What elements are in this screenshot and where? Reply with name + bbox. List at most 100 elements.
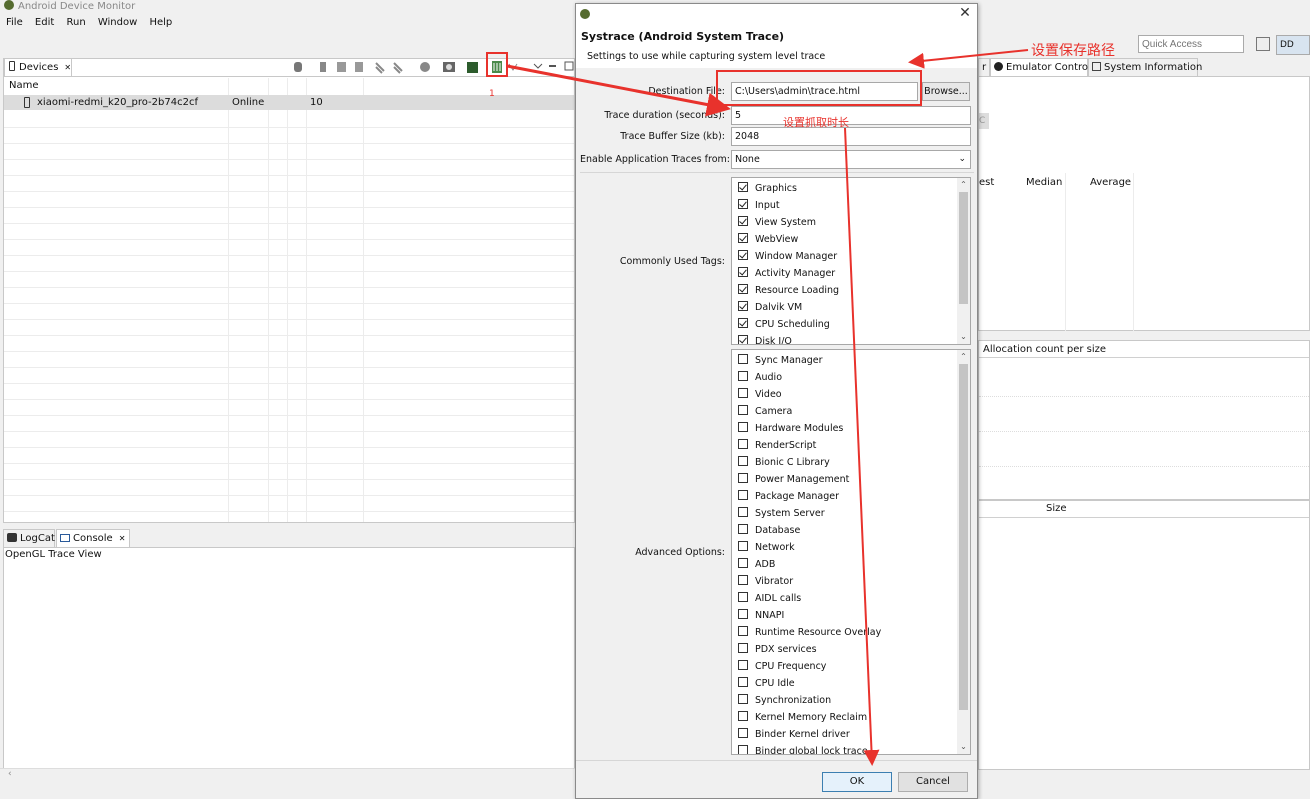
- checkbox-unchecked-icon[interactable]: [738, 626, 748, 636]
- view-menu-icon[interactable]: [533, 63, 543, 69]
- checkbox-unchecked-icon[interactable]: [738, 422, 748, 432]
- scroll-thumb[interactable]: [959, 192, 968, 304]
- tag-checkbox-item[interactable]: Network: [738, 539, 795, 556]
- menu-run[interactable]: Run: [66, 17, 85, 28]
- trace-buffer-input[interactable]: 2048: [731, 127, 971, 146]
- tag-checkbox-item[interactable]: Package Manager: [738, 488, 839, 505]
- dialog-close-icon[interactable]: ✕: [958, 6, 972, 20]
- checkbox-unchecked-icon[interactable]: [738, 439, 748, 449]
- checkbox-checked-icon[interactable]: [738, 182, 748, 192]
- tag-checkbox-item[interactable]: Graphics: [738, 180, 797, 197]
- checkbox-checked-icon[interactable]: [738, 267, 748, 277]
- tag-checkbox-item[interactable]: ADB: [738, 556, 775, 573]
- tag-checkbox-item[interactable]: CPU Scheduling: [738, 316, 830, 333]
- checkbox-unchecked-icon[interactable]: [738, 354, 748, 364]
- checkbox-checked-icon[interactable]: [738, 301, 748, 311]
- scroll-up-icon[interactable]: ⌃: [959, 180, 968, 190]
- checkbox-unchecked-icon[interactable]: [738, 405, 748, 415]
- scroll-down-icon[interactable]: ⌄: [959, 742, 968, 752]
- ok-button[interactable]: OK: [822, 772, 892, 792]
- scroll-up-icon[interactable]: ⌃: [959, 352, 968, 362]
- checkbox-checked-icon[interactable]: [738, 284, 748, 294]
- checkbox-checked-icon[interactable]: [738, 216, 748, 226]
- checkbox-unchecked-icon[interactable]: [738, 507, 748, 517]
- tag-checkbox-item[interactable]: Audio: [738, 369, 782, 386]
- checkbox-unchecked-icon[interactable]: [738, 660, 748, 670]
- checkbox-unchecked-icon[interactable]: [738, 541, 748, 551]
- tag-checkbox-item[interactable]: CPU Frequency: [738, 658, 826, 675]
- checkbox-unchecked-icon[interactable]: [738, 371, 748, 381]
- checkbox-unchecked-icon[interactable]: [738, 643, 748, 653]
- quick-access-input[interactable]: [1138, 35, 1244, 53]
- destination-file-input[interactable]: C:\Users\admin\trace.html: [731, 82, 918, 101]
- systrace-capture-icon[interactable]: [492, 61, 502, 73]
- menu-edit[interactable]: Edit: [35, 17, 54, 28]
- advanced-tags-scrollbar[interactable]: ⌃ ⌄: [957, 350, 970, 754]
- checkbox-unchecked-icon[interactable]: [738, 473, 748, 483]
- checkbox-unchecked-icon[interactable]: [738, 456, 748, 466]
- tag-checkbox-item[interactable]: Dalvik VM: [738, 299, 802, 316]
- tag-checkbox-item[interactable]: RenderScript: [738, 437, 816, 454]
- tag-checkbox-item[interactable]: Synchronization: [738, 692, 831, 709]
- tag-checkbox-item[interactable]: AIDL calls: [738, 590, 801, 607]
- dump-view-hierarchy-icon[interactable]: [467, 62, 478, 73]
- tab-emulator-control[interactable]: Emulator Control: [990, 58, 1091, 76]
- tag-checkbox-item[interactable]: PDX services: [738, 641, 817, 658]
- tag-checkbox-item[interactable]: Activity Manager: [738, 265, 835, 282]
- tag-checkbox-item[interactable]: Camera: [738, 403, 792, 420]
- checkbox-unchecked-icon[interactable]: [738, 745, 748, 754]
- tag-checkbox-item[interactable]: Binder Kernel driver: [738, 726, 850, 743]
- minimize-icon[interactable]: [549, 65, 556, 67]
- tag-checkbox-item[interactable]: Vibrator: [738, 573, 793, 590]
- tag-checkbox-item[interactable]: Database: [738, 522, 800, 539]
- checkbox-unchecked-icon[interactable]: [738, 609, 748, 619]
- tag-checkbox-item[interactable]: Binder global lock trace: [738, 743, 868, 754]
- tab-devices[interactable]: Devices ✕: [4, 58, 72, 76]
- tab-logcat[interactable]: LogCat: [3, 529, 55, 547]
- menu-file[interactable]: File: [6, 17, 23, 28]
- tag-checkbox-item[interactable]: Input: [738, 197, 780, 214]
- scroll-left-icon[interactable]: ‹: [8, 769, 12, 779]
- partial-button[interactable]: C: [979, 113, 989, 129]
- update-heap-icon[interactable]: [320, 62, 326, 72]
- app-traces-select[interactable]: None ⌄: [731, 150, 971, 169]
- checkbox-unchecked-icon[interactable]: [738, 388, 748, 398]
- cause-gc-icon[interactable]: [355, 62, 363, 72]
- tag-checkbox-item[interactable]: Resource Loading: [738, 282, 839, 299]
- tag-checkbox-item[interactable]: CPU Idle: [738, 675, 795, 692]
- tag-checkbox-item[interactable]: NNAPI: [738, 607, 784, 624]
- advanced-tags-list[interactable]: Binder global lock trace Binder Kernel dr…: [731, 349, 971, 755]
- tab-system-information[interactable]: System Information: [1088, 58, 1202, 76]
- checkbox-unchecked-icon[interactable]: [738, 711, 748, 721]
- close-icon[interactable]: ✕: [119, 534, 126, 543]
- checkbox-checked-icon[interactable]: [738, 318, 748, 328]
- tag-checkbox-item[interactable]: Runtime Resource Overlay: [738, 624, 881, 641]
- opengl-trace-icon[interactable]: [508, 63, 518, 71]
- scroll-thumb[interactable]: [959, 364, 968, 710]
- tag-checkbox-item[interactable]: Bionic C Library: [738, 454, 830, 471]
- common-tags-list[interactable]: Disk I/O CPU Scheduling Dalvik VM Resource …: [731, 177, 971, 345]
- tab-partial[interactable]: r: [978, 58, 990, 76]
- scroll-down-icon[interactable]: ⌄: [959, 332, 968, 342]
- tag-checkbox-item[interactable]: Power Management: [738, 471, 849, 488]
- checkbox-unchecked-icon[interactable]: [738, 558, 748, 568]
- update-threads-icon[interactable]: [375, 62, 385, 74]
- checkbox-checked-icon[interactable]: [738, 233, 748, 243]
- checkbox-unchecked-icon[interactable]: [738, 575, 748, 585]
- tag-checkbox-item[interactable]: Kernel Memory Reclaim: [738, 709, 867, 726]
- menu-window[interactable]: Window: [98, 17, 137, 28]
- checkbox-checked-icon[interactable]: [738, 250, 748, 260]
- tag-checkbox-item[interactable]: System Server: [738, 505, 825, 522]
- tag-checkbox-item[interactable]: Video: [738, 386, 782, 403]
- checkbox-unchecked-icon[interactable]: [738, 694, 748, 704]
- stop-process-icon[interactable]: [420, 62, 430, 72]
- tag-checkbox-item[interactable]: Window Manager: [738, 248, 837, 265]
- ddms-perspective-button[interactable]: DD: [1276, 35, 1310, 55]
- start-method-profiling-icon[interactable]: [393, 62, 403, 74]
- checkbox-unchecked-icon[interactable]: [738, 677, 748, 687]
- checkbox-unchecked-icon[interactable]: [738, 490, 748, 500]
- checkbox-checked-icon[interactable]: [738, 199, 748, 209]
- checkbox-checked-icon[interactable]: [738, 335, 748, 344]
- common-tags-scrollbar[interactable]: ⌃ ⌄: [957, 178, 970, 344]
- tag-checkbox-item[interactable]: Sync Manager: [738, 352, 823, 369]
